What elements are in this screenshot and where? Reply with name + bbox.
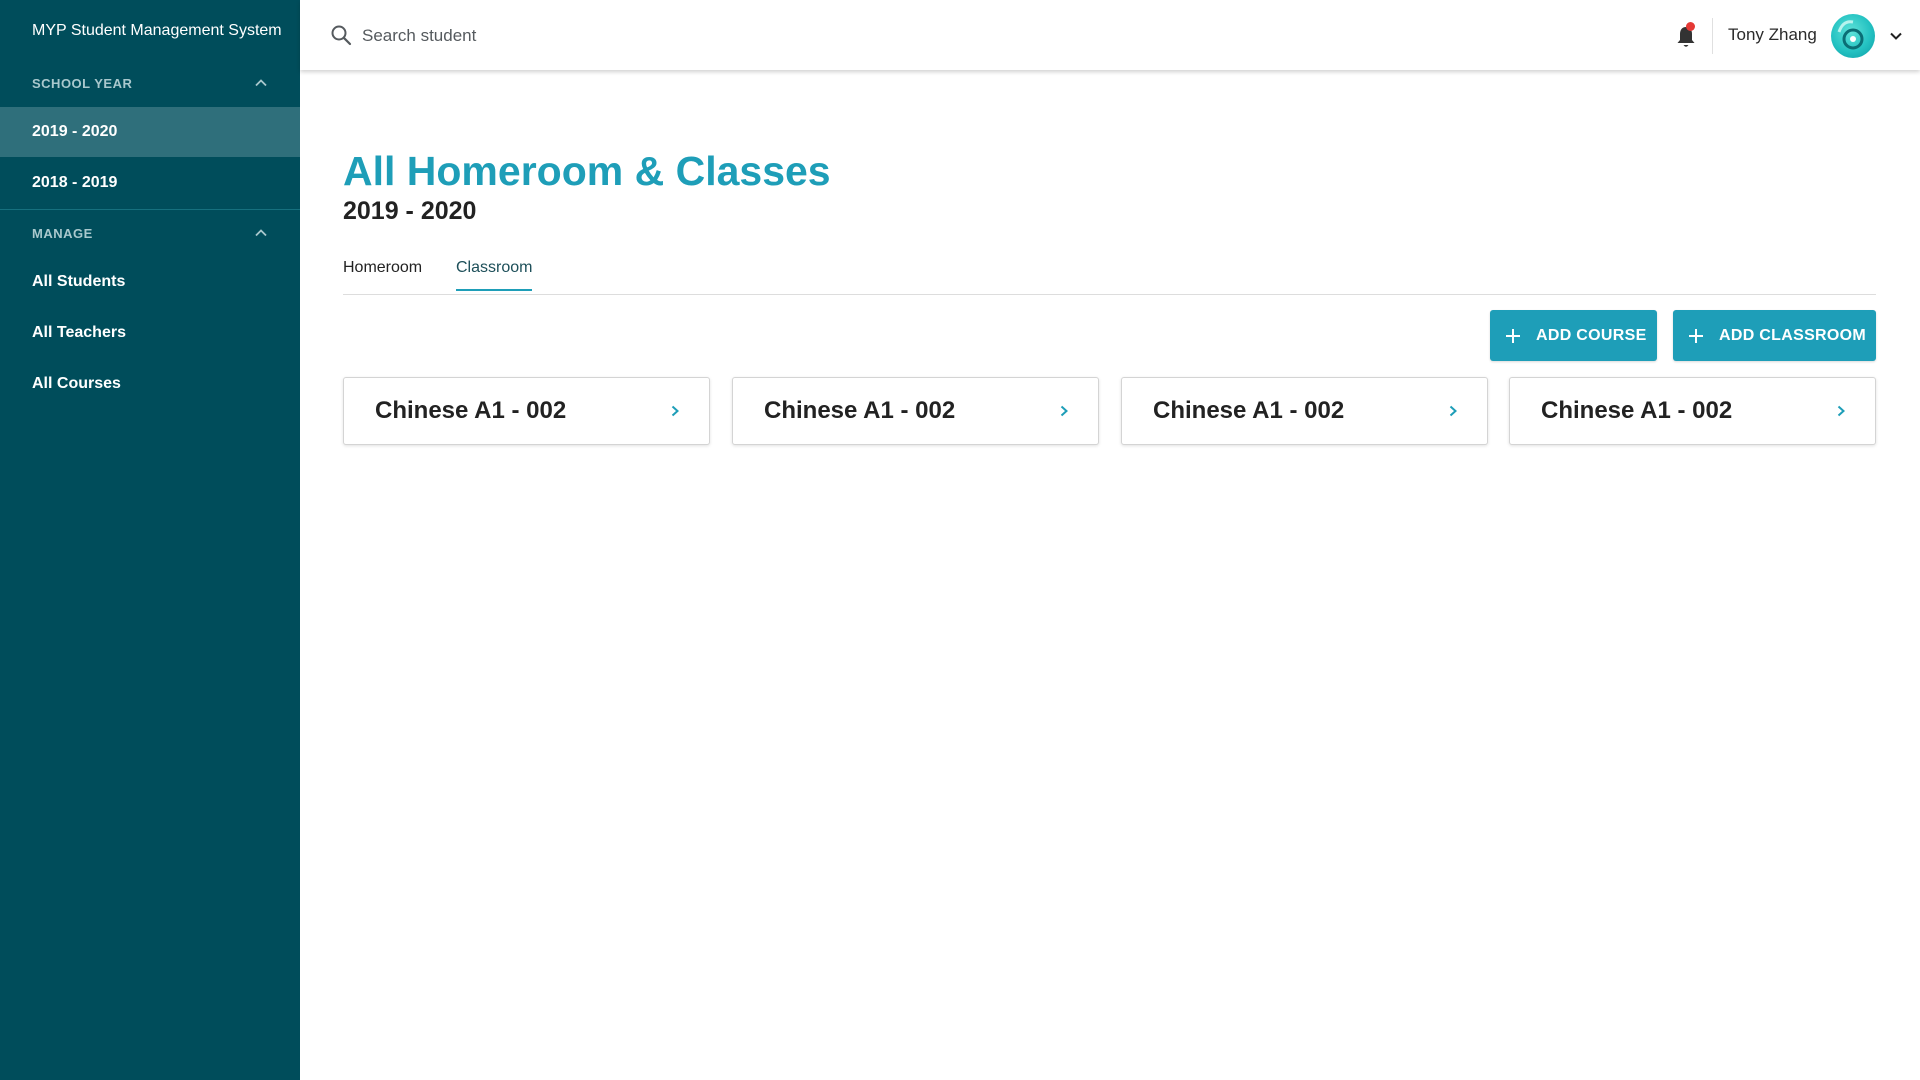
- sidebar-item-year-2018-2019[interactable]: 2018 - 2019: [0, 158, 300, 208]
- page-title: All Homeroom & Classes: [343, 148, 831, 194]
- chevron-right-icon: [1837, 405, 1845, 417]
- add-course-label: ADD COURSE: [1536, 326, 1647, 344]
- chevron-up-icon[interactable]: [254, 76, 268, 90]
- course-card[interactable]: Chinese A1 - 002: [732, 377, 1099, 445]
- avatar[interactable]: [1831, 14, 1875, 58]
- plus-icon: [1506, 328, 1520, 343]
- school-year-header-label: SCHOOL YEAR: [32, 75, 133, 91]
- add-course-button[interactable]: ADD COURSE: [1490, 310, 1657, 361]
- sidebar-item-label: All Teachers: [32, 324, 126, 341]
- sidebar-item-all-students[interactable]: All Students: [0, 257, 300, 307]
- search-input[interactable]: [360, 22, 764, 50]
- sidebar-divider: [0, 209, 300, 210]
- course-card-title: Chinese A1 - 002: [1153, 397, 1345, 424]
- school-year-section-header[interactable]: SCHOOL YEAR: [32, 71, 268, 95]
- page-subtitle: 2019 - 2020: [343, 197, 477, 225]
- add-classroom-label: ADD CLASSROOM: [1719, 326, 1867, 344]
- sidebar-item-all-courses[interactable]: All Courses: [0, 359, 300, 409]
- sidebar-item-label: All Courses: [32, 375, 121, 392]
- sidebar-item-label: 2018 - 2019: [32, 174, 118, 191]
- search-icon: [331, 25, 352, 46]
- course-card[interactable]: Chinese A1 - 002: [343, 377, 710, 445]
- app-title: MYP Student Management System: [32, 22, 282, 39]
- chevron-up-icon[interactable]: [254, 226, 268, 240]
- plus-icon: [1689, 328, 1703, 343]
- course-card[interactable]: Chinese A1 - 002: [1121, 377, 1488, 445]
- chevron-right-icon: [1060, 405, 1068, 417]
- sidebar-item-label: 2019 - 2020: [32, 123, 118, 140]
- chevron-down-icon[interactable]: [1889, 29, 1903, 43]
- course-card-title: Chinese A1 - 002: [375, 397, 567, 424]
- course-card-title: Chinese A1 - 002: [1541, 397, 1733, 424]
- course-card[interactable]: Chinese A1 - 002: [1509, 377, 1876, 445]
- sidebar-item-all-teachers[interactable]: All Teachers: [0, 308, 300, 358]
- sidebar-item-year-2019-2020[interactable]: 2019 - 2020: [0, 107, 300, 157]
- chevron-right-icon: [1449, 405, 1457, 417]
- manage-section-header[interactable]: MANAGE: [32, 221, 268, 245]
- sidebar: MYP Student Management System SCHOOL YEA…: [0, 0, 300, 1080]
- tab-classroom[interactable]: Classroom: [456, 259, 533, 291]
- add-classroom-button[interactable]: ADD CLASSROOM: [1673, 310, 1876, 361]
- topbar-divider: [1712, 18, 1713, 54]
- chevron-right-icon: [671, 405, 679, 417]
- tab-homeroom[interactable]: Homeroom: [343, 259, 422, 289]
- manage-header-label: MANAGE: [32, 225, 93, 241]
- sidebar-item-label: All Students: [32, 273, 126, 290]
- user-name[interactable]: Tony Zhang: [1728, 25, 1817, 45]
- notification-badge: [1686, 22, 1695, 31]
- tab-bar: Homeroom Classroom: [343, 256, 1876, 295]
- course-card-title: Chinese A1 - 002: [764, 397, 956, 424]
